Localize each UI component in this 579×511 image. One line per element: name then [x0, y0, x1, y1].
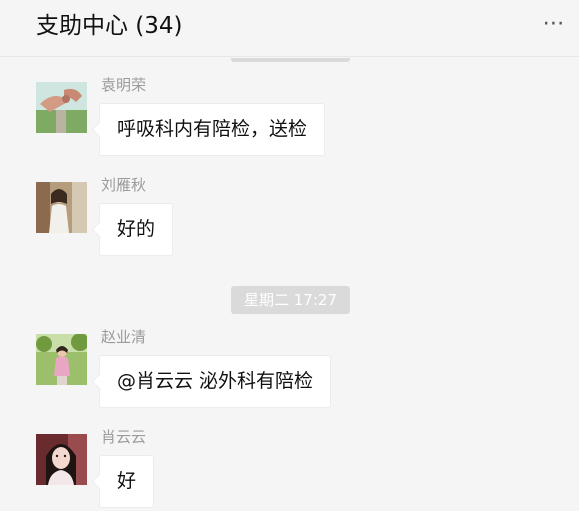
outdoor-photo-avatar[interactable] — [36, 334, 87, 385]
sender-name: 肖云云 — [101, 428, 147, 446]
timestamp-divider: 星期二 17:27 — [231, 286, 350, 314]
portrait-photo-avatar[interactable] — [36, 434, 87, 485]
chat-header: 支助中心 (34) ⋯ — [0, 0, 579, 57]
message-list[interactable]: 袁明荣 呼吸科内有陪检，送检 刘雁秋 好的 星期二 17:27 赵业清 @肖云云… — [0, 58, 579, 511]
message-bubble[interactable]: @肖云云 泌外科有陪检 — [99, 355, 332, 408]
timestamp-stub — [231, 58, 350, 62]
sender-name: 袁明荣 — [101, 76, 147, 94]
message-bubble[interactable]: 好的 — [99, 203, 174, 256]
sender-name: 赵业清 — [101, 328, 147, 346]
message-bubble[interactable]: 好 — [99, 455, 155, 508]
sender-name: 刘雁秋 — [101, 176, 147, 194]
chat-title: 支助中心 (34) — [36, 13, 183, 39]
person-photo-avatar[interactable] — [36, 182, 87, 233]
message-bubble[interactable]: 呼吸科内有陪检，送检 — [99, 103, 326, 156]
hand-photo-avatar[interactable] — [36, 82, 87, 133]
more-options-icon[interactable]: ⋯ — [539, 13, 569, 38]
